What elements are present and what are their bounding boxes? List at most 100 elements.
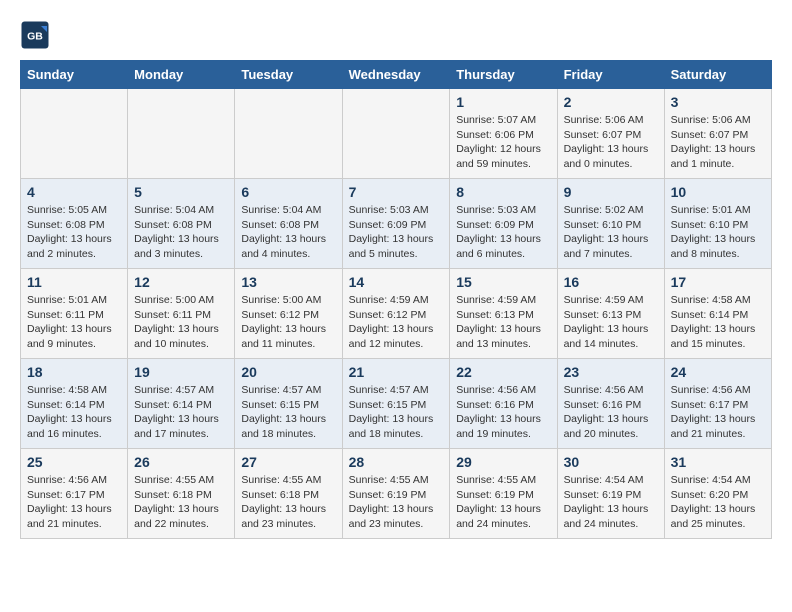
calendar-cell: 30 Sunrise: 4:54 AM Sunset: 6:19 PM Dayli… [557,449,664,539]
day-number: 7 [349,184,444,200]
day-info: Sunrise: 4:58 AM Sunset: 6:14 PM Dayligh… [671,293,765,352]
day-info: Sunrise: 5:03 AM Sunset: 6:09 PM Dayligh… [456,203,550,262]
weekday-header-saturday: Saturday [664,61,771,89]
day-info: Sunrise: 4:58 AM Sunset: 6:14 PM Dayligh… [27,383,121,442]
calendar-cell [128,89,235,179]
weekday-header-thursday: Thursday [450,61,557,89]
day-info: Sunrise: 5:05 AM Sunset: 6:08 PM Dayligh… [27,203,121,262]
day-info: Sunrise: 5:07 AM Sunset: 6:06 PM Dayligh… [456,113,550,172]
day-info: Sunrise: 4:59 AM Sunset: 6:12 PM Dayligh… [349,293,444,352]
calendar-week-4: 18 Sunrise: 4:58 AM Sunset: 6:14 PM Dayli… [21,359,772,449]
weekday-header-tuesday: Tuesday [235,61,342,89]
day-info: Sunrise: 4:57 AM Sunset: 6:15 PM Dayligh… [241,383,335,442]
day-number: 2 [564,94,658,110]
calendar-cell: 7 Sunrise: 5:03 AM Sunset: 6:09 PM Daylig… [342,179,450,269]
calendar-cell: 16 Sunrise: 4:59 AM Sunset: 6:13 PM Dayli… [557,269,664,359]
calendar-header: SundayMondayTuesdayWednesdayThursdayFrid… [21,61,772,89]
weekday-header-wednesday: Wednesday [342,61,450,89]
calendar-cell: 20 Sunrise: 4:57 AM Sunset: 6:15 PM Dayli… [235,359,342,449]
calendar-week-1: 1 Sunrise: 5:07 AM Sunset: 6:06 PM Daylig… [21,89,772,179]
day-info: Sunrise: 5:02 AM Sunset: 6:10 PM Dayligh… [564,203,658,262]
calendar-cell: 24 Sunrise: 4:56 AM Sunset: 6:17 PM Dayli… [664,359,771,449]
day-number: 12 [134,274,228,290]
day-info: Sunrise: 5:01 AM Sunset: 6:10 PM Dayligh… [671,203,765,262]
day-number: 1 [456,94,550,110]
calendar-cell: 10 Sunrise: 5:01 AM Sunset: 6:10 PM Dayli… [664,179,771,269]
svg-text:GB: GB [27,31,43,43]
day-number: 20 [241,364,335,380]
calendar-cell: 27Sunrise: 4:55 AM Sunset: 6:18 PM Dayli… [235,449,342,539]
day-number: 29 [456,454,550,470]
day-number: 30 [564,454,658,470]
day-number: 15 [456,274,550,290]
weekday-header-sunday: Sunday [21,61,128,89]
calendar-cell [235,89,342,179]
calendar-cell: 22 Sunrise: 4:56 AM Sunset: 6:16 PM Dayli… [450,359,557,449]
day-info: Sunrise: 4:57 AM Sunset: 6:15 PM Dayligh… [349,383,444,442]
calendar-cell: 31 Sunrise: 4:54 AM Sunset: 6:20 PM Dayli… [664,449,771,539]
calendar-table: SundayMondayTuesdayWednesdayThursdayFrid… [20,60,772,539]
calendar-cell: 11 Sunrise: 5:01 AM Sunset: 6:11 PM Dayli… [21,269,128,359]
calendar-cell [21,89,128,179]
calendar-body: 1 Sunrise: 5:07 AM Sunset: 6:06 PM Daylig… [21,89,772,539]
day-info: Sunrise: 4:59 AM Sunset: 6:13 PM Dayligh… [564,293,658,352]
calendar-cell: 29 Sunrise: 4:55 AM Sunset: 6:19 PM Dayli… [450,449,557,539]
calendar-cell: 21 Sunrise: 4:57 AM Sunset: 6:15 PM Dayli… [342,359,450,449]
calendar-cell: 19Sunrise: 4:57 AM Sunset: 6:14 PM Dayli… [128,359,235,449]
day-info: Sunrise: 4:55 AM Sunset: 6:18 PM Dayligh… [134,473,228,532]
calendar-cell: 8 Sunrise: 5:03 AM Sunset: 6:09 PM Daylig… [450,179,557,269]
calendar-cell: 9Sunrise: 5:02 AM Sunset: 6:10 PM Daylig… [557,179,664,269]
day-info: Sunrise: 4:55 AM Sunset: 6:18 PM Dayligh… [241,473,335,532]
day-info: Sunrise: 5:04 AM Sunset: 6:08 PM Dayligh… [134,203,228,262]
day-info: Sunrise: 4:56 AM Sunset: 6:16 PM Dayligh… [564,383,658,442]
calendar-cell: 17 Sunrise: 4:58 AM Sunset: 6:14 PM Dayli… [664,269,771,359]
day-info: Sunrise: 5:00 AM Sunset: 6:11 PM Dayligh… [134,293,228,352]
calendar-cell: 12 Sunrise: 5:00 AM Sunset: 6:11 PM Dayli… [128,269,235,359]
day-number: 8 [456,184,550,200]
day-info: Sunrise: 5:06 AM Sunset: 6:07 PM Dayligh… [564,113,658,172]
day-number: 4 [27,184,121,200]
day-info: Sunrise: 5:03 AM Sunset: 6:09 PM Dayligh… [349,203,444,262]
calendar-cell: 25Sunrise: 4:56 AM Sunset: 6:17 PM Dayli… [21,449,128,539]
calendar-cell: 23Sunrise: 4:56 AM Sunset: 6:16 PM Dayli… [557,359,664,449]
day-number: 19 [134,364,228,380]
day-info: Sunrise: 4:54 AM Sunset: 6:20 PM Dayligh… [671,473,765,532]
day-info: Sunrise: 4:54 AM Sunset: 6:19 PM Dayligh… [564,473,658,532]
day-number: 10 [671,184,765,200]
day-info: Sunrise: 5:04 AM Sunset: 6:08 PM Dayligh… [241,203,335,262]
calendar-cell: 15 Sunrise: 4:59 AM Sunset: 6:13 PM Dayli… [450,269,557,359]
calendar-week-2: 4 Sunrise: 5:05 AM Sunset: 6:08 PM Daylig… [21,179,772,269]
logo: GB [20,20,52,50]
day-number: 16 [564,274,658,290]
day-info: Sunrise: 4:56 AM Sunset: 6:16 PM Dayligh… [456,383,550,442]
day-info: Sunrise: 5:06 AM Sunset: 6:07 PM Dayligh… [671,113,765,172]
calendar-cell: 18 Sunrise: 4:58 AM Sunset: 6:14 PM Dayli… [21,359,128,449]
calendar-cell [342,89,450,179]
calendar-cell: 14Sunrise: 4:59 AM Sunset: 6:12 PM Dayli… [342,269,450,359]
day-number: 31 [671,454,765,470]
day-number: 18 [27,364,121,380]
day-number: 21 [349,364,444,380]
day-number: 28 [349,454,444,470]
day-number: 22 [456,364,550,380]
calendar-cell: 26Sunrise: 4:55 AM Sunset: 6:18 PM Dayli… [128,449,235,539]
calendar-cell: 5Sunrise: 5:04 AM Sunset: 6:08 PM Daylig… [128,179,235,269]
day-number: 3 [671,94,765,110]
calendar-week-3: 11 Sunrise: 5:01 AM Sunset: 6:11 PM Dayli… [21,269,772,359]
calendar-cell: 4 Sunrise: 5:05 AM Sunset: 6:08 PM Daylig… [21,179,128,269]
day-info: Sunrise: 4:56 AM Sunset: 6:17 PM Dayligh… [671,383,765,442]
day-number: 17 [671,274,765,290]
day-info: Sunrise: 4:55 AM Sunset: 6:19 PM Dayligh… [456,473,550,532]
page-header: GB [20,20,772,50]
day-info: Sunrise: 4:59 AM Sunset: 6:13 PM Dayligh… [456,293,550,352]
day-number: 6 [241,184,335,200]
day-info: Sunrise: 5:00 AM Sunset: 6:12 PM Dayligh… [241,293,335,352]
day-number: 13 [241,274,335,290]
day-number: 24 [671,364,765,380]
weekday-header-friday: Friday [557,61,664,89]
day-info: Sunrise: 5:01 AM Sunset: 6:11 PM Dayligh… [27,293,121,352]
calendar-cell: 3 Sunrise: 5:06 AM Sunset: 6:07 PM Daylig… [664,89,771,179]
calendar-week-5: 25Sunrise: 4:56 AM Sunset: 6:17 PM Dayli… [21,449,772,539]
day-number: 11 [27,274,121,290]
calendar-cell: 6 Sunrise: 5:04 AM Sunset: 6:08 PM Daylig… [235,179,342,269]
